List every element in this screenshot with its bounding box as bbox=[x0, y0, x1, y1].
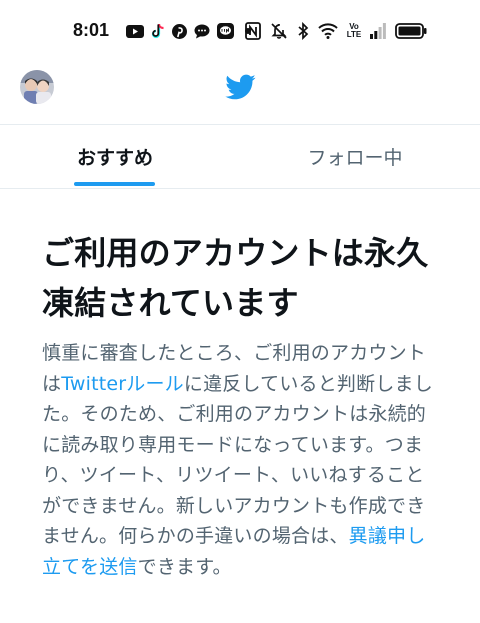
message-text-2: に違反していると判断しました。そのため、ご利用のアカウントは永続的に読み取り専用… bbox=[42, 372, 433, 548]
youtube-icon bbox=[126, 24, 144, 38]
status-bar: 8:01 Vo LTE bbox=[0, 0, 480, 62]
twitter-rules-link[interactable]: Twitterルール bbox=[61, 373, 184, 395]
app-header bbox=[0, 62, 480, 125]
system-icons: Vo LTE bbox=[245, 20, 436, 42]
tab-recommended[interactable]: おすすめ bbox=[0, 124, 235, 188]
twitter-bird-icon[interactable] bbox=[224, 71, 256, 103]
timeline-tabs: おすすめ フォロー中 bbox=[0, 124, 480, 189]
suspension-notice: ご利用のアカウントは永久凍結されています 慎重に審査したところ、ご利用のアカウン… bbox=[42, 228, 442, 582]
messaging-icon bbox=[194, 24, 210, 39]
page-title: ご利用のアカウントは永久凍結されています bbox=[42, 234, 429, 322]
status-time: 8:01 bbox=[73, 20, 110, 40]
avatar[interactable] bbox=[20, 70, 54, 104]
nfc-icon bbox=[245, 22, 261, 40]
tab-recommended-label: おすすめ bbox=[76, 146, 153, 169]
bluetooth-icon bbox=[297, 22, 309, 40]
notification-icons bbox=[126, 22, 262, 40]
wifi-icon bbox=[318, 23, 338, 39]
tiktok-icon bbox=[151, 23, 165, 39]
volte-icon: Vo LTE bbox=[346, 22, 362, 39]
suspension-message: 慎重に審査したところ、ご利用のアカウントはTwitterルールに違反していると判… bbox=[42, 338, 442, 582]
tab-following[interactable]: フォロー中 bbox=[235, 124, 475, 188]
tab-following-label: フォロー中 bbox=[307, 146, 403, 169]
signal-icon bbox=[370, 23, 386, 39]
line-icon bbox=[217, 23, 234, 39]
active-tab-indicator bbox=[74, 182, 155, 186]
mute-icon bbox=[270, 22, 288, 40]
battery-icon bbox=[395, 23, 427, 39]
message-text-3: できます。 bbox=[137, 555, 232, 578]
pinterest-icon bbox=[172, 23, 187, 39]
